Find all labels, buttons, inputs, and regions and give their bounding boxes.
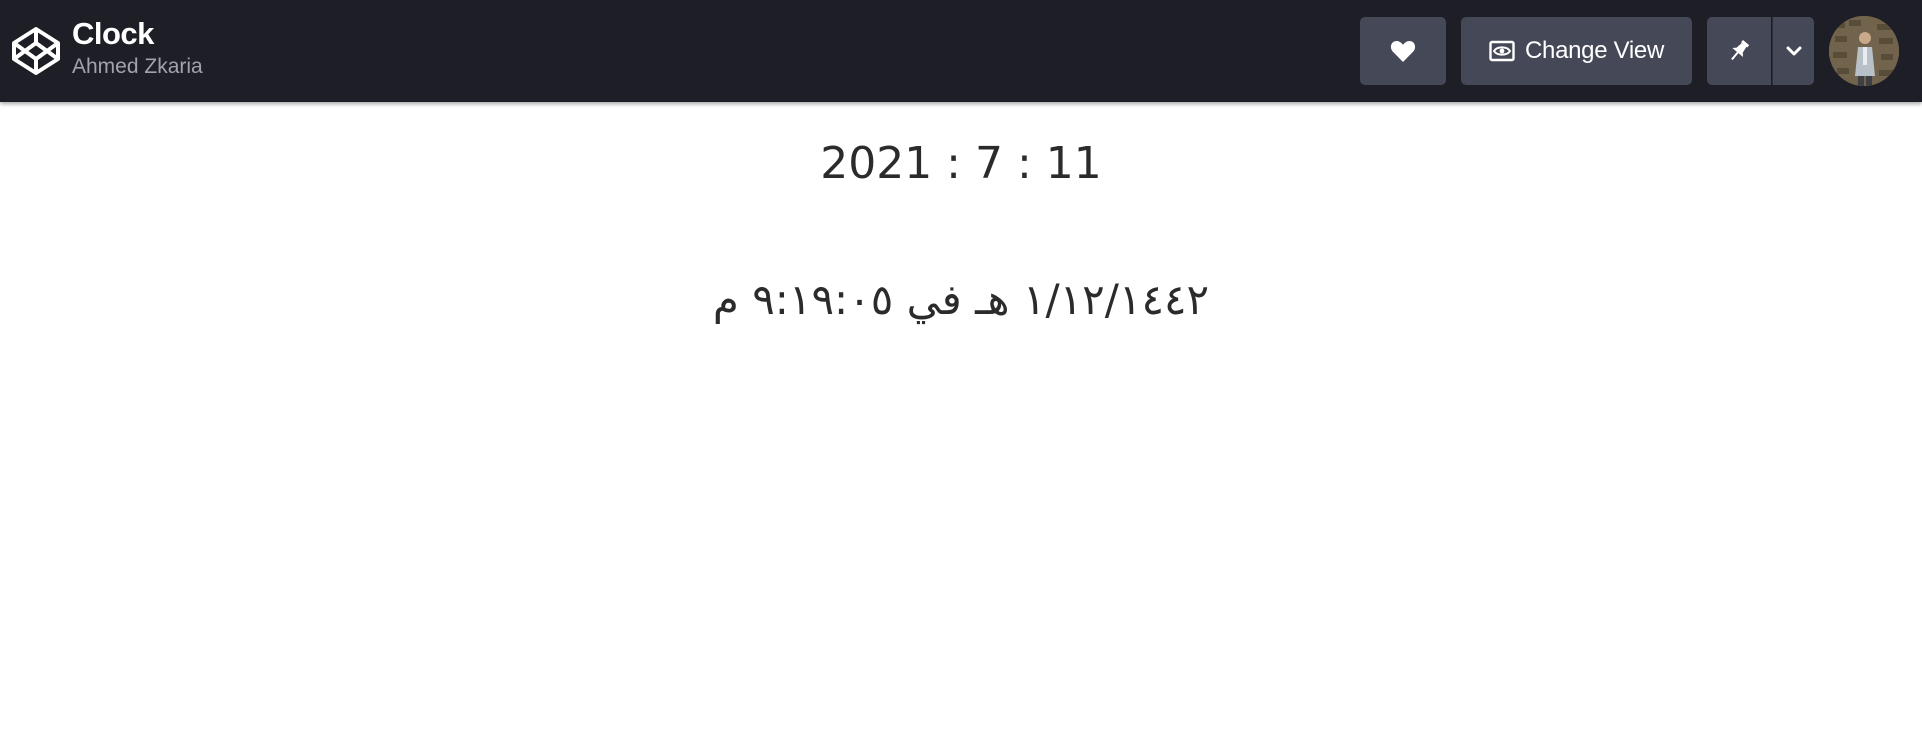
chevron-down-icon (1786, 46, 1801, 56)
change-view-label: Change View (1524, 37, 1665, 64)
avatar-image (1829, 16, 1899, 86)
eye-icon (1489, 40, 1515, 62)
codepen-logo-icon[interactable] (11, 26, 61, 76)
pen-author[interactable]: Ahmed Zkaria (72, 54, 203, 80)
pen-preview: 2021 : 7 : 11 ١/١٢/١٤٤٢ هـ في ٩:١٩:٠٥ م (0, 102, 1922, 732)
pen-title-block: Clock Ahmed Zkaria (72, 14, 203, 80)
change-view-button[interactable]: Change View (1461, 17, 1692, 85)
heart-icon (1390, 41, 1416, 62)
pin-button[interactable] (1707, 17, 1771, 85)
pin-icon (1731, 40, 1750, 61)
hijri-datetime: ١/١٢/١٤٤٢ هـ في ٩:١٩:٠٥ م (712, 275, 1210, 324)
love-button[interactable] (1360, 17, 1446, 85)
user-avatar[interactable] (1829, 16, 1899, 86)
top-bar: Clock Ahmed Zkaria Change View (0, 0, 1922, 102)
pen-title[interactable]: Clock (72, 14, 203, 54)
pin-menu-dropdown-button[interactable] (1772, 17, 1814, 85)
gregorian-date: 2021 : 7 : 11 (820, 138, 1102, 189)
